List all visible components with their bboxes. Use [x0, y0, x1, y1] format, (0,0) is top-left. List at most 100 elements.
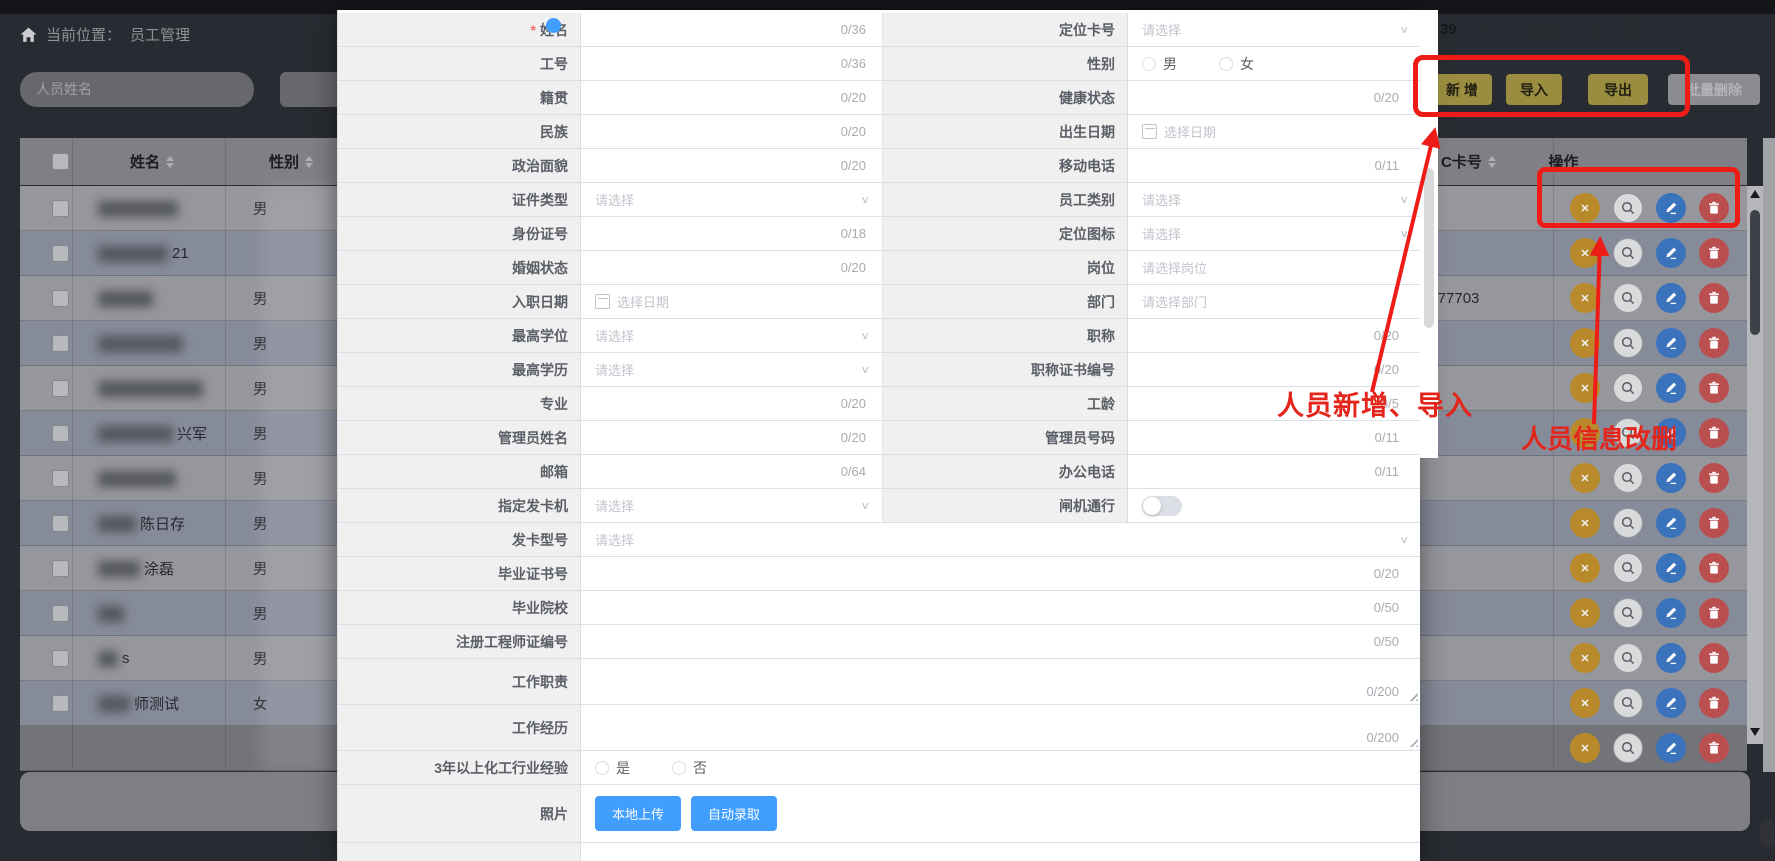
form-field-count[interactable]: 0/20 — [581, 421, 882, 454]
edit-button[interactable] — [1656, 643, 1686, 673]
form-field-select[interactable]: 请选择∨ — [1128, 217, 1420, 250]
view-button[interactable] — [1613, 553, 1643, 583]
delete-button[interactable] — [1699, 643, 1729, 673]
form-field-select[interactable]: 请选择∨ — [581, 319, 882, 352]
row-checkbox[interactable] — [52, 470, 69, 487]
form-field-select[interactable]: 请选择∨ — [1128, 13, 1420, 46]
delete-button[interactable] — [1699, 733, 1729, 763]
delete-button[interactable] — [1699, 553, 1729, 583]
card-action-button[interactable]: ✕ — [1570, 328, 1600, 358]
form-field-count[interactable]: 0/64 — [581, 455, 882, 488]
form-field-date[interactable]: 选择日期 — [581, 285, 882, 318]
row-checkbox[interactable] — [52, 560, 69, 577]
scroll-down-icon[interactable] — [1750, 728, 1760, 736]
form-field-count[interactable]: 0/20 — [581, 387, 882, 420]
view-button[interactable] — [1613, 283, 1643, 313]
card-action-button[interactable]: ✕ — [1570, 463, 1600, 493]
row-checkbox[interactable] — [52, 290, 69, 307]
form-field-select[interactable]: 请选择∨ — [581, 489, 882, 522]
view-button[interactable] — [1613, 508, 1643, 538]
view-button[interactable] — [1613, 688, 1643, 718]
row-checkbox[interactable] — [52, 380, 69, 397]
form-field-count[interactable]: 0/11 — [1128, 421, 1420, 454]
card-action-button[interactable]: ✕ — [1570, 238, 1600, 268]
radio-option[interactable]: 否 — [672, 758, 707, 778]
search-input[interactable]: 人员姓名 — [20, 72, 254, 107]
scroll-up-icon[interactable] — [1750, 190, 1760, 198]
delete-button[interactable] — [1699, 418, 1729, 448]
edit-button[interactable] — [1656, 283, 1686, 313]
form-field-count[interactable]: 0/50 — [581, 591, 1420, 624]
card-action-button[interactable]: ✕ — [1570, 733, 1600, 763]
card-action-button[interactable]: ✕ — [1570, 553, 1600, 583]
row-checkbox[interactable] — [52, 245, 69, 262]
view-button[interactable] — [1613, 328, 1643, 358]
row-checkbox[interactable] — [52, 515, 69, 532]
delete-button[interactable] — [1699, 688, 1729, 718]
form-field-count[interactable]: 0/20 — [581, 251, 882, 284]
form-field-textarea[interactable]: 0/200 — [581, 659, 1420, 704]
auto-capture-button[interactable]: 自动录取 — [691, 796, 777, 831]
delete-button[interactable] — [1699, 463, 1729, 493]
next-page-button[interactable]: › — [1484, 0, 1490, 59]
edit-button[interactable] — [1656, 508, 1686, 538]
radio-option[interactable]: 女 — [1219, 54, 1254, 74]
form-field-picker[interactable]: 请选择岗位 — [1128, 251, 1420, 284]
delete-button[interactable] — [1699, 238, 1729, 268]
row-checkbox[interactable] — [52, 605, 69, 622]
form-field-count[interactable]: 0/20 — [581, 115, 882, 148]
form-field-textarea[interactable]: 0/200 — [581, 705, 1420, 750]
row-checkbox[interactable] — [52, 335, 69, 352]
table-scrollbar-thumb[interactable] — [1750, 210, 1760, 335]
edit-button[interactable] — [1656, 553, 1686, 583]
form-field-count[interactable]: 0/36 — [581, 13, 882, 46]
edit-button[interactable] — [1656, 688, 1686, 718]
delete-button[interactable] — [1699, 373, 1729, 403]
card-action-button[interactable]: ✕ — [1570, 598, 1600, 628]
form-field-count[interactable]: 0/11 — [1128, 455, 1420, 488]
delete-button[interactable] — [1699, 283, 1729, 313]
form-field-select[interactable]: 请选择∨ — [581, 183, 882, 216]
form-field-date[interactable]: 选择日期 — [1128, 115, 1420, 148]
card-action-button[interactable]: ✕ — [1570, 688, 1600, 718]
edit-button[interactable] — [1656, 238, 1686, 268]
delete-button[interactable] — [1699, 598, 1729, 628]
form-field-count[interactable]: 0/20 — [1128, 319, 1420, 352]
view-button[interactable] — [1613, 373, 1643, 403]
row-checkbox[interactable] — [52, 650, 69, 667]
modal-scrollbar-thumb[interactable] — [1424, 168, 1434, 328]
page-scrollbar-thumb[interactable] — [1760, 820, 1774, 848]
toggle-switch[interactable] — [1142, 496, 1182, 516]
view-button[interactable] — [1613, 238, 1643, 268]
card-action-button[interactable]: ✕ — [1570, 373, 1600, 403]
form-field-count[interactable]: 0/20 — [581, 557, 1420, 590]
form-field-count[interactable]: 0/20 — [1128, 81, 1420, 114]
edit-button[interactable] — [1656, 733, 1686, 763]
row-checkbox[interactable] — [52, 200, 69, 217]
form-field-select[interactable]: 请选择∨ — [581, 353, 882, 386]
card-action-button[interactable]: ✕ — [1570, 508, 1600, 538]
form-field-count[interactable]: 0/20 — [581, 149, 882, 182]
row-checkbox[interactable] — [52, 695, 69, 712]
row-checkbox[interactable] — [52, 425, 69, 442]
view-button[interactable] — [1613, 598, 1643, 628]
form-field-count[interactable]: 0/11 — [1128, 149, 1420, 182]
local-upload-button[interactable]: 本地上传 — [595, 796, 681, 831]
form-field-count[interactable]: 0/18 — [581, 217, 882, 250]
form-field-count[interactable]: 0/36 — [581, 47, 882, 80]
radio-option[interactable]: 是 — [595, 758, 630, 778]
goto-page-input[interactable]: 1 — [1594, 0, 1602, 59]
form-field-picker[interactable]: 请选择部门 — [1128, 285, 1420, 318]
page-scrollbar[interactable] — [1763, 138, 1775, 772]
view-button[interactable] — [1613, 733, 1643, 763]
edit-button[interactable] — [1656, 598, 1686, 628]
view-button[interactable] — [1613, 463, 1643, 493]
edit-button[interactable] — [1656, 463, 1686, 493]
form-field-count[interactable]: 0/20 — [1128, 353, 1420, 386]
form-field-count[interactable]: 0/20 — [581, 81, 882, 114]
form-field-select[interactable]: 请选择∨ — [1128, 183, 1420, 216]
delete-button[interactable] — [1699, 508, 1729, 538]
edit-button[interactable] — [1656, 328, 1686, 358]
card-action-button[interactable]: ✕ — [1570, 643, 1600, 673]
card-action-button[interactable]: ✕ — [1570, 283, 1600, 313]
